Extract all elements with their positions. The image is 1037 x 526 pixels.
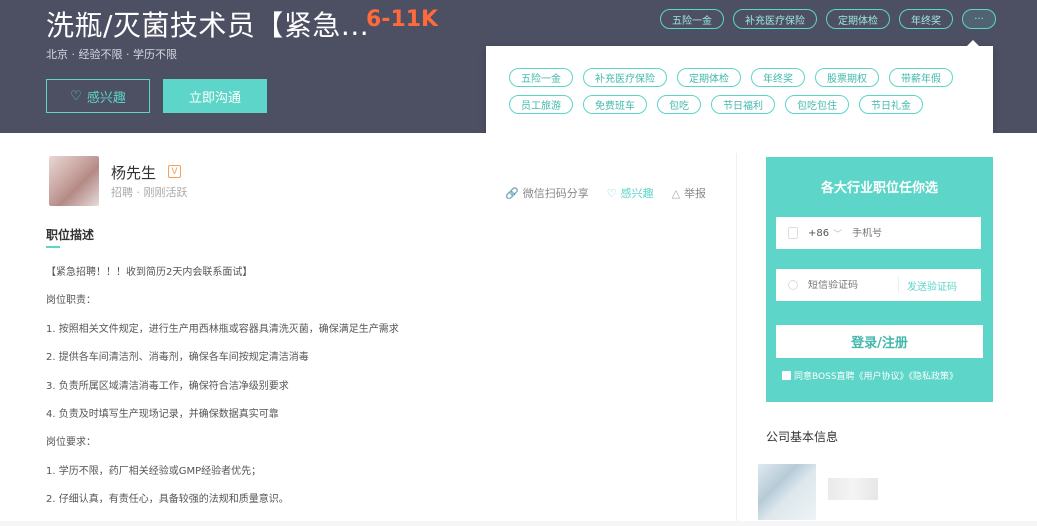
description-line: 2. 提供各车间清洁剂、消毒剂，确保各车间按规定清洁消毒 — [46, 352, 309, 364]
popup-tag: 五险一金 — [509, 68, 573, 87]
job-description: 【紧急招聘！！！收到简历2天内会联系面试】 岗位职责： 1. 按照相关文件规定，… — [46, 266, 716, 522]
popup-tag: 节日礼金 — [859, 95, 923, 114]
description-line: 1. 学历不限，药厂相关经验或GMP经验者优先； — [46, 465, 262, 477]
description-line: 【紧急招聘！！！收到简历2天内会联系面试】 — [46, 267, 253, 278]
popup-tag: 年终奖 — [751, 68, 805, 87]
more-tags-button[interactable]: ··· — [962, 9, 996, 29]
sms-code-input[interactable] — [808, 279, 898, 291]
agreement: 同意BOSS直聘《用户协议》《隐私政策》 — [782, 369, 958, 382]
link-icon: 🔗 — [505, 186, 519, 200]
company-info-label: 公司基本信息 — [766, 430, 839, 444]
sms-code-field[interactable]: 发送验证码 — [776, 269, 981, 301]
company-name[interactable] — [828, 478, 878, 500]
page-bottom — [0, 521, 1037, 526]
interest-button-label: 感兴趣 — [86, 90, 126, 106]
popup-tag: 补充医疗保险 — [583, 68, 667, 87]
agreement-text[interactable]: 同意BOSS直聘《用户协议》《隐私政策》 — [794, 369, 958, 382]
recruiter-avatar[interactable] — [49, 156, 99, 206]
interest-button[interactable]: ♡ 感兴趣 — [46, 79, 150, 113]
popup-tag-row: 五险一金 补充医疗保险 定期体检 年终奖 股票期权 带薪年假 — [509, 68, 993, 87]
column-divider — [736, 153, 737, 521]
login-panel-title: 各大行业职位任你选 — [820, 181, 938, 196]
favorite-label: 感兴趣 — [620, 187, 654, 200]
benefit-tags-popup: 五险一金 补充医疗保险 定期体检 年终奖 股票期权 带薪年假 员工旅游 免费班车… — [486, 40, 993, 133]
heart-icon: ♡ — [70, 88, 82, 104]
recruiter-status: 招聘 · 刚刚活跃 — [111, 186, 188, 199]
description-line: 3. 负责所属区域清洁消毒工作，确保符合洁净级别要求 — [46, 380, 289, 392]
login-panel: 各大行业职位任你选 +86 ﹀ 发送验证码 登录/注册 同意BOSS直聘《用户协… — [766, 157, 993, 402]
popup-tag: 包吃 — [657, 95, 701, 114]
chat-now-button[interactable]: 立即沟通 — [163, 79, 267, 113]
popup-tag: 包吃包住 — [785, 95, 849, 114]
field-divider — [898, 277, 899, 293]
benefit-tag: 补充医疗保险 — [733, 9, 817, 29]
benefit-tags: 五险一金 补充医疗保险 定期体检 年终奖 ··· — [660, 9, 996, 29]
popup-tag: 定期体检 — [677, 68, 741, 87]
login-register-button[interactable]: 登录/注册 — [776, 325, 983, 358]
description-line: 1. 按照相关文件规定，进行生产用西林瓶或容器具清洗灭菌，确保满足生产需求 — [46, 323, 399, 335]
popup-tag: 员工旅游 — [509, 95, 573, 114]
benefit-tag: 五险一金 — [660, 9, 724, 29]
company-logo[interactable] — [758, 464, 816, 520]
phone-input[interactable] — [852, 227, 963, 239]
heart-icon: ♡ — [606, 186, 617, 200]
verified-badge-icon: V — [168, 165, 181, 178]
country-code-select[interactable]: +86 — [808, 228, 829, 239]
section-title: 职位描述 — [46, 228, 95, 242]
popup-tag: 节日福利 — [711, 95, 775, 114]
report-label: 举报 — [684, 187, 707, 200]
popup-tag: 股票期权 — [815, 68, 879, 87]
job-title: 洗瓶/灭菌技术员【紧急... — [46, 9, 370, 42]
salary: 6-11K — [366, 7, 439, 32]
job-actions: 🔗 微信扫码分享 ♡ 感兴趣 △ 举报 — [505, 185, 706, 201]
section-underline — [46, 246, 60, 248]
favorite-action[interactable]: ♡ 感兴趣 — [607, 185, 654, 201]
description-line: 4. 负责及时填写生产现场记录，并确保数据真实可靠 — [46, 408, 279, 420]
report-action[interactable]: △ 举报 — [672, 185, 706, 201]
popup-tag: 免费班车 — [583, 95, 647, 114]
description-line: 2. 仔细认真，有责任心，具备较强的法规和质量意识。 — [46, 494, 289, 506]
job-meta: 北京 · 经验不限 · 学历不限 — [46, 48, 177, 61]
warning-icon: △ — [671, 186, 681, 200]
benefit-tag: 定期体检 — [826, 9, 890, 29]
recruiter-name: 杨先生 — [111, 164, 157, 182]
popup-tag: 带薪年假 — [889, 68, 953, 87]
popup-tag-row: 员工旅游 免费班车 包吃 节日福利 包吃包住 节日礼金 — [509, 95, 993, 114]
phone-field[interactable]: +86 ﹀ — [776, 217, 981, 249]
benefit-tag: 年终奖 — [899, 9, 953, 29]
shield-icon — [788, 280, 798, 290]
phone-icon — [788, 227, 798, 239]
description-line: 岗位要求： — [46, 437, 96, 449]
description-line: 岗位职责： — [46, 295, 96, 307]
share-label: 微信扫码分享 — [522, 187, 589, 200]
chevron-down-icon: ﹀ — [833, 229, 843, 240]
send-code-button[interactable]: 发送验证码 — [907, 278, 957, 293]
share-action[interactable]: 🔗 微信扫码分享 — [505, 185, 589, 201]
agreement-checkbox[interactable] — [782, 371, 791, 380]
